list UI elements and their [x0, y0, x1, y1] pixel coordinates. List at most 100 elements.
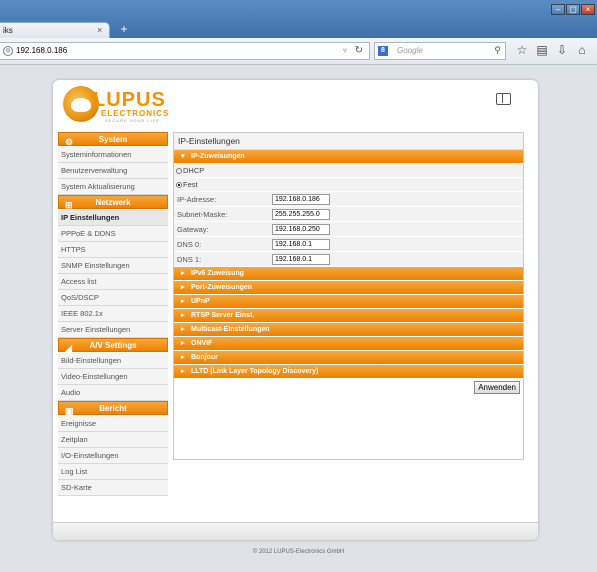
url-text[interactable]: 192.168.0.186 [16, 46, 67, 55]
caret-right-icon: ▸ [181, 270, 185, 277]
sidebar-item-systeminformationen[interactable]: Systeminformationen [58, 147, 168, 163]
section-upnp[interactable]: ▸ UPnP [174, 295, 523, 309]
report-icon: ▣ [65, 406, 74, 416]
section-bonjour[interactable]: ▸ Bonjour [174, 351, 523, 365]
sidebar-header-label: A/V Settings [89, 341, 137, 350]
tab-title: iks [3, 26, 13, 35]
gateway-label: Gateway: [177, 225, 209, 234]
gateway-row: Gateway: 192.168.0.250 [174, 222, 523, 237]
brand-tagline: SECURE YOUR LIFE [105, 118, 160, 123]
caret-right-icon: ▸ [181, 340, 185, 347]
dns0-input[interactable]: 192.168.0.1 [272, 239, 330, 250]
section-label: IPv6 Zuweisung [191, 270, 244, 277]
search-bar[interactable]: 8 Google ⚲ [374, 42, 506, 60]
section-multicast[interactable]: ▸ Multicast-Einstellungen [174, 323, 523, 337]
gateway-input[interactable]: 192.168.0.250 [272, 224, 330, 235]
sidebar-item-io-einstellungen[interactable]: I/O-Einstellungen [58, 448, 168, 464]
url-bar[interactable]: ◍ 192.168.0.186 ▿ ↻ [0, 42, 370, 60]
caret-right-icon: ▸ [181, 326, 185, 333]
sidebar-item-system-aktualisierung[interactable]: System Aktualisierung [58, 179, 168, 195]
dhcp-radio[interactable] [176, 168, 182, 174]
section-label: RTSP Server Einst. [191, 312, 255, 319]
new-tab-button[interactable]: + [116, 22, 132, 37]
bookmark-star-icon[interactable]: ☆ [512, 43, 532, 57]
minimize-button[interactable]: – [551, 4, 565, 15]
apply-row: Anwenden [174, 379, 523, 396]
dns1-input[interactable]: 192.168.0.1 [272, 254, 330, 265]
section-label: UPnP [191, 298, 210, 305]
manual-book-icon[interactable] [496, 93, 511, 105]
download-icon[interactable]: ⇩ [552, 43, 572, 57]
caret-right-icon: ▸ [181, 298, 185, 305]
sidebar-item-log-list[interactable]: Log List [58, 464, 168, 480]
sidebar: ⚙ System Systeminformationen Benutzerver… [58, 132, 168, 496]
sidebar-item-qos-dscp[interactable]: QoS/DSCP [58, 290, 168, 306]
subnet-mask-input[interactable]: 255.255.255.0 [272, 209, 330, 220]
ip-address-row: IP-Adresse: 192.168.0.186 [174, 192, 523, 207]
main-content: IP-Einstellungen ▾ IP-Zuweisungen DHCP Fe… [173, 132, 524, 460]
sidebar-item-snmp[interactable]: SNMP Einstellungen [58, 258, 168, 274]
footer-bar [53, 522, 538, 540]
dhcp-label[interactable]: DHCP [183, 166, 204, 175]
section-port-zuweisungen[interactable]: ▸ Port-Zuweisungen [174, 281, 523, 295]
sidebar-header-label: Netzwerk [95, 198, 131, 207]
search-icon[interactable]: ⚲ [494, 45, 501, 56]
subnet-mask-row: Subnet-Maske: 255.255.255.0 [174, 207, 523, 222]
sidebar-item-https[interactable]: HTTPS [58, 242, 168, 258]
sidebar-item-video-einstellungen[interactable]: Video-Einstellungen [58, 369, 168, 385]
caret-right-icon: ▸ [181, 284, 185, 291]
section-label: Port-Zuweisungen [191, 284, 253, 291]
sidebar-header-av-settings[interactable]: ◢ A/V Settings [58, 338, 168, 353]
caret-right-icon: ▸ [181, 368, 185, 375]
subnet-mask-label: Subnet-Maske: [177, 210, 228, 219]
section-lltd[interactable]: ▸ LLTD (Link Layer Topology Discovery) [174, 365, 523, 379]
nav-icons: ☆ ▤ ⇩ ⌂ [512, 43, 592, 57]
section-ip-zuweisungen[interactable]: ▾ IP-Zuweisungen [174, 150, 523, 164]
section-label: Bonjour [191, 354, 218, 361]
sidebar-item-server-einstellungen[interactable]: Server Einstellungen [58, 322, 168, 338]
section-rtsp[interactable]: ▸ RTSP Server Einst. [174, 309, 523, 323]
maximize-button[interactable]: ▢ [566, 4, 580, 15]
section-onvif[interactable]: ▸ ONVIF [174, 337, 523, 351]
sidebar-item-ereignisse[interactable]: Ereignisse [58, 416, 168, 432]
section-label: IP-Zuweisungen [191, 153, 245, 160]
page-panel: LUPUS ELECTRONICS SECURE YOUR LIFE ⚙ Sys… [53, 80, 538, 540]
dns0-row: DNS 0: 192.168.0.1 [174, 237, 523, 252]
sidebar-item-zeitplan[interactable]: Zeitplan [58, 432, 168, 448]
window-controls: – ▢ × [550, 4, 595, 15]
sidebar-item-ip-einstellungen[interactable]: IP Einstellungen [58, 210, 168, 226]
sidebar-item-bild-einstellungen[interactable]: Bild-Einstellungen [58, 353, 168, 369]
home-icon[interactable]: ⌂ [572, 43, 592, 57]
google-icon[interactable]: 8 [378, 46, 388, 56]
sidebar-item-benutzerverwaltung[interactable]: Benutzerverwaltung [58, 163, 168, 179]
dropdown-arrow-icon[interactable]: ▿ [343, 46, 347, 55]
bookmarks-menu-icon[interactable]: ▤ [532, 43, 552, 57]
ip-address-input[interactable]: 192.168.0.186 [272, 194, 330, 205]
sidebar-item-pppoe-ddns[interactable]: PPPoE & DDNS [58, 226, 168, 242]
dns1-label: DNS 1: [177, 255, 202, 264]
browser-tab[interactable]: iks × [0, 22, 110, 38]
search-placeholder[interactable]: Google [397, 46, 423, 55]
sidebar-header-label: System [98, 135, 128, 144]
close-window-button[interactable]: × [581, 4, 595, 15]
sidebar-header-label: Bericht [99, 404, 127, 413]
sidebar-header-netzwerk[interactable]: ⊞ Netzwerk [58, 195, 168, 210]
network-icon: ⊞ [65, 200, 73, 210]
tab-close-icon[interactable]: × [97, 25, 102, 35]
browser-titlebar: iks × + – ▢ × [0, 0, 597, 38]
fest-label[interactable]: Fest [183, 180, 198, 189]
sidebar-item-sd-karte[interactable]: SD-Karte [58, 480, 168, 496]
sidebar-header-bericht[interactable]: ▣ Bericht [58, 401, 168, 416]
apply-button[interactable]: Anwenden [474, 381, 520, 394]
fest-radio[interactable] [176, 182, 182, 188]
section-ipv6[interactable]: ▸ IPv6 Zuweisung [174, 267, 523, 281]
dhcp-option-row: DHCP [174, 164, 523, 178]
sidebar-item-access-list[interactable]: Access list [58, 274, 168, 290]
sidebar-item-audio[interactable]: Audio [58, 385, 168, 401]
reload-icon[interactable]: ↻ [355, 45, 363, 56]
sidebar-item-ieee-8021x[interactable]: IEEE 802.1x [58, 306, 168, 322]
caret-down-icon: ▾ [181, 153, 185, 160]
brand-sub: ELECTRONICS [101, 109, 170, 118]
sidebar-header-system[interactable]: ⚙ System [58, 132, 168, 147]
camera-icon: ◢ [65, 343, 72, 353]
